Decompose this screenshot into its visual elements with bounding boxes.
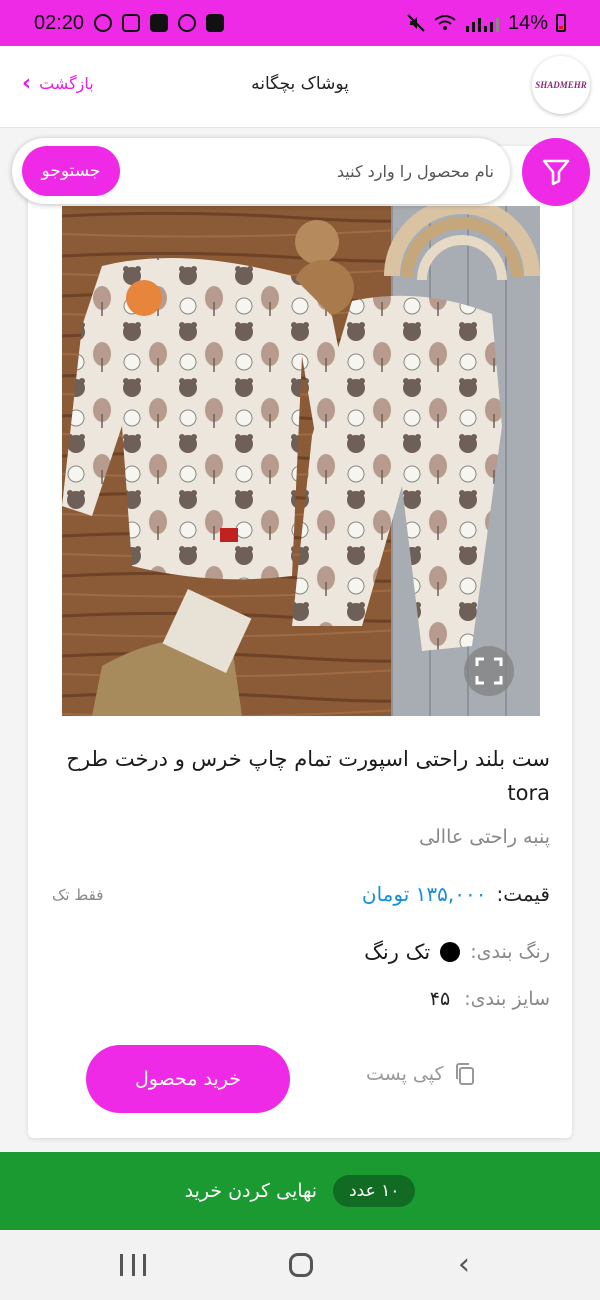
mute-icon [407,14,425,32]
system-nav-bar: ‹ [0,1230,600,1300]
back-button[interactable]: ‹ بازگشت [22,70,94,96]
circle-notification-icon [94,14,113,32]
size-label: سایز بندی: [464,988,550,1010]
size-value: ۴۵ [429,988,451,1010]
stock-note: فقط تک [52,886,104,904]
price-label: قیمت: [496,882,550,906]
app-header: SHADMEHR پوشاک بچگانه ‹ بازگشت [0,46,600,128]
copy-post-button[interactable]: کپی پست [366,1062,476,1086]
fullscreen-button[interactable] [464,646,514,696]
back-label: بازگشت [39,74,94,93]
battery-percent: 14% [507,11,548,34]
filter-icon [542,159,570,186]
search-button[interactable]: جستوجو [22,146,120,196]
status-right: 14% [406,12,566,35]
home-icon[interactable] [289,1253,313,1277]
buy-product-button[interactable]: خرید محصول [86,1045,290,1113]
color-label: رنگ بندی: [470,941,550,963]
status-bar: 02:20 14% [0,0,600,46]
gallery-icon [206,14,225,32]
color-row: رنگ بندی: تک رنگ [364,940,550,964]
price-row: قیمت: ۱۳۵,۰۰۰ تومان [362,882,550,906]
app-29-icon [150,14,169,32]
product-title: ست بلند راحتی اسپورت تمام چاپ خرس و درخت… [66,747,550,805]
product-subtitle: پنبه راحتی عاالی [419,826,550,848]
checkout-label: نهایی کردن خرید [184,1180,318,1202]
battery-icon [556,14,566,32]
price-value: ۱۳۵,۰۰۰ تومان [361,882,487,906]
copy-icon [455,1063,474,1085]
cart-count-badge: ۱۰ عدد [333,1175,416,1207]
product-photo-illustration [62,206,540,716]
status-time: 02:20 [34,11,85,34]
recent-apps-icon[interactable] [120,1254,146,1276]
color-swatch [440,942,461,962]
checkout-bar[interactable]: ۱۰ عدد نهایی کردن خرید [0,1152,600,1230]
search-input[interactable] [154,152,494,190]
expand-icon [475,657,503,685]
wifi-icon [434,15,456,30]
b-icon [178,14,197,32]
filter-button[interactable] [522,138,590,206]
color-value: تک رنگ [364,940,431,964]
status-left: 02:20 [34,11,225,35]
product-image[interactable] [62,206,540,716]
search-bar: جستوجو [12,138,510,204]
copy-label: کپی پست [366,1063,444,1085]
back-nav-icon[interactable]: ‹ [458,1250,470,1280]
instagram-icon [122,14,141,32]
size-row: سایز بندی: ۴۵ [430,988,550,1010]
signal-icon [465,18,499,32]
chevron-left-icon: ‹ [22,70,32,96]
